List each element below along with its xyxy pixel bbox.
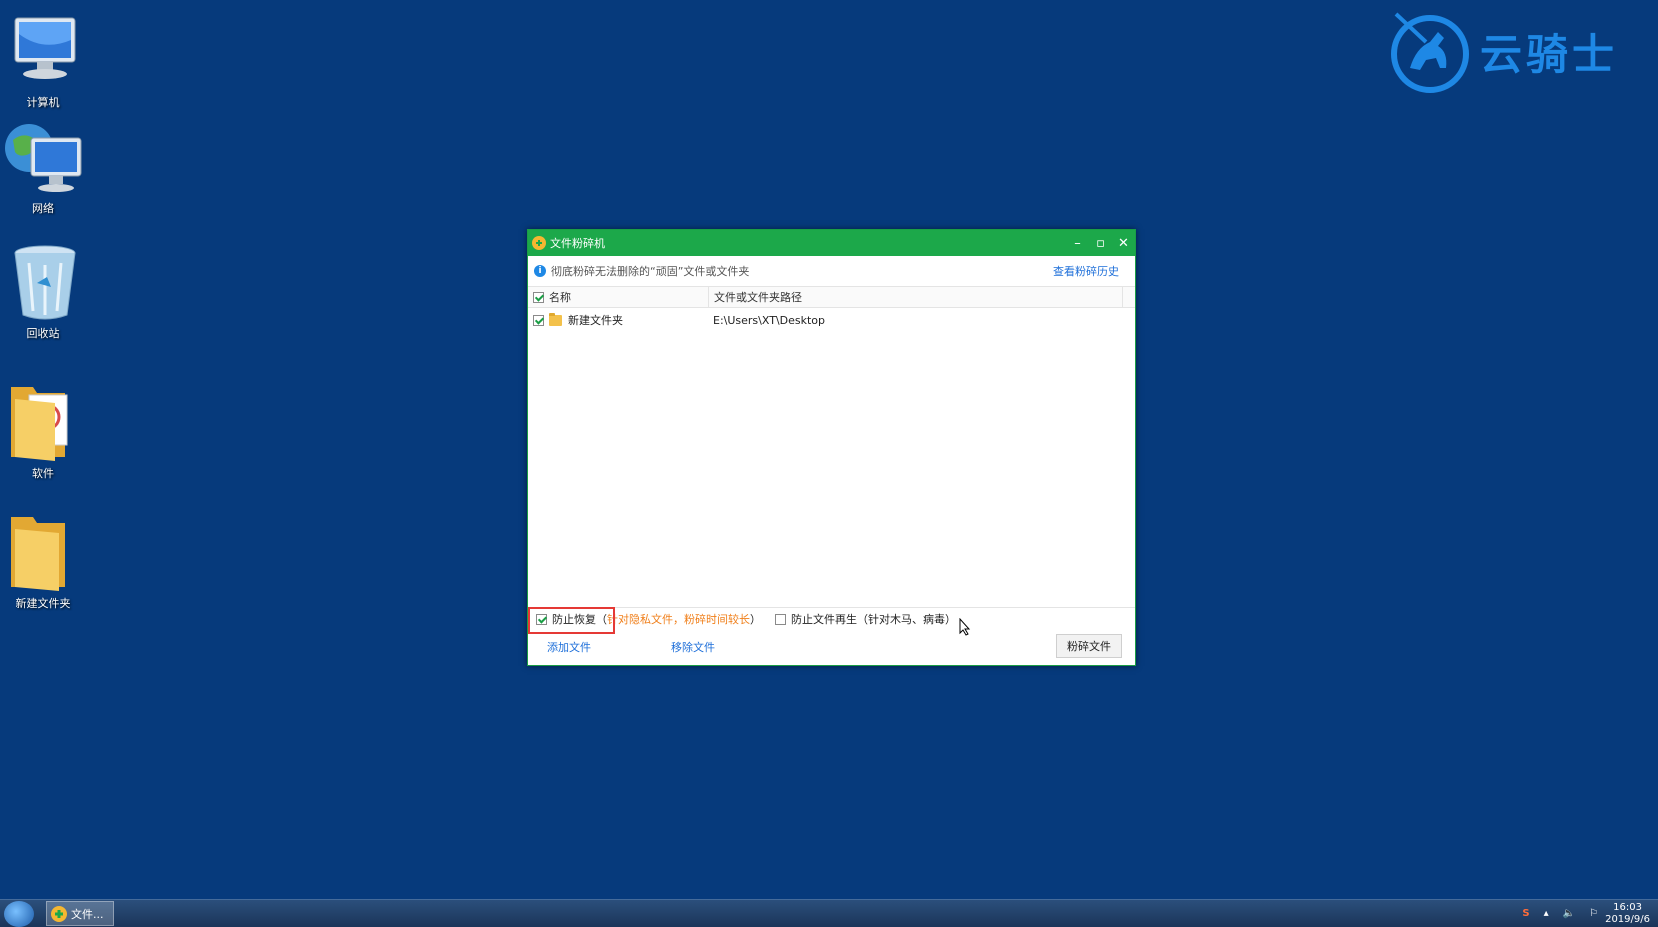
prevent-regen-checkbox[interactable]	[775, 613, 786, 625]
window-title: 文件粉碎机	[550, 237, 605, 250]
shredder-app-icon	[532, 236, 546, 250]
row-checkbox[interactable]	[533, 314, 544, 326]
prevent-recovery-note: 针对隐私文件，粉碎时间较长	[607, 613, 750, 626]
file-name: 新建文件夹	[568, 314, 623, 327]
column-header-name[interactable]: 名称	[549, 289, 571, 305]
recycle-bin-icon	[3, 243, 83, 323]
brand-text: 云骑士	[1479, 29, 1618, 79]
file-list: 新建文件夹 E:\Users\XT\Desktop	[528, 308, 1135, 608]
input-method-icon[interactable]: S	[1522, 908, 1529, 919]
prevent-recovery-close: ）	[750, 613, 761, 626]
list-header: 名称 文件或文件夹路径	[528, 286, 1135, 308]
volume-icon[interactable]: 🔈	[1563, 908, 1575, 919]
desktop-icon-label: 软件	[32, 467, 54, 480]
folder-icon	[549, 312, 562, 326]
desktop-icon-label: 新建文件夹	[15, 597, 71, 610]
prevent-regen-label: 防止文件再生（针对木马、病毒）	[791, 613, 956, 626]
desktop-icon-new-folder[interactable]: 新建文件夹	[0, 513, 86, 611]
desktop-icon-label: 回收站	[26, 327, 60, 340]
clock[interactable]: 16:03 2019/9/6	[1605, 902, 1650, 926]
folder-icon	[3, 513, 83, 593]
taskbar-item-shredder[interactable]: 文件...	[46, 901, 114, 926]
action-bar: 添加文件 移除文件 粉碎文件	[528, 629, 1135, 665]
select-all-checkbox[interactable]	[533, 291, 544, 303]
shredder-app-icon	[51, 905, 67, 922]
show-hidden-icons-icon[interactable]: ▴	[1544, 908, 1549, 919]
info-bar: i 彻底粉碎无法删除的“顽固”文件或文件夹 查看粉碎历史	[528, 256, 1135, 286]
desktop-icon-software[interactable]: 软件	[0, 383, 86, 481]
view-history-link[interactable]: 查看粉碎历史	[1053, 263, 1119, 279]
file-path: E:\Users\XT\Desktop	[713, 313, 826, 327]
clock-time: 16:03	[1613, 901, 1642, 913]
info-icon: i	[534, 265, 546, 277]
brand-logo: 云骑士	[1386, 8, 1618, 94]
options-bar: 防止恢复（ 针对隐私文件，粉碎时间较长 ） 防止文件再生（针对木马、病毒）	[528, 607, 1135, 634]
desktop-icon-label: 计算机	[26, 96, 60, 109]
desktop-icon-label: 网络	[32, 202, 54, 215]
list-item[interactable]: 新建文件夹 E:\Users\XT\Desktop	[528, 308, 1135, 332]
start-button[interactable]	[4, 901, 34, 927]
prevent-recovery-checkbox[interactable]	[536, 613, 547, 625]
desktop-icon-computer[interactable]: 计算机	[0, 12, 86, 110]
info-message: 彻底粉碎无法删除的“顽固”文件或文件夹	[551, 265, 750, 278]
prevent-regen-option[interactable]: 防止文件再生（针对木马、病毒）	[775, 611, 956, 627]
desktop-icon-network[interactable]: 网络	[0, 118, 86, 216]
system-tray: S ▴ 🔈 ⚐ 16:03 2019/9/6	[1515, 900, 1658, 927]
computer-icon	[3, 12, 83, 92]
maximize-button[interactable]: ▫	[1089, 230, 1112, 256]
taskbar-item-label: 文件...	[71, 907, 104, 921]
column-header-path[interactable]: 文件或文件夹路径	[714, 289, 802, 305]
add-file-link[interactable]: 添加文件	[547, 639, 591, 655]
close-button[interactable]: ✕	[1112, 230, 1135, 256]
remove-file-link[interactable]: 移除文件	[671, 639, 715, 655]
desktop-icon-recycle-bin[interactable]: 回收站	[0, 243, 86, 341]
title-bar[interactable]: 文件粉碎机 – ▫ ✕	[528, 230, 1135, 256]
action-center-flag-icon[interactable]: ⚐	[1589, 908, 1598, 919]
taskbar: 文件... S ▴ 🔈 ⚐ 16:03 2019/9/6	[0, 899, 1658, 927]
mouse-cursor-icon	[959, 618, 971, 636]
knight-logo-icon	[1390, 12, 1469, 93]
prevent-recovery-option[interactable]: 防止恢复（ 针对隐私文件，粉碎时间较长 ）	[528, 607, 761, 634]
shred-file-button[interactable]: 粉碎文件	[1056, 634, 1122, 658]
network-icon	[3, 118, 83, 198]
minimize-button[interactable]: –	[1066, 230, 1089, 256]
clock-date: 2019/9/6	[1605, 913, 1650, 925]
folder-icon	[3, 383, 83, 463]
file-shredder-window: 文件粉碎机 – ▫ ✕ i 彻底粉碎无法删除的“顽固”文件或文件夹 查看粉碎历史…	[527, 229, 1136, 666]
